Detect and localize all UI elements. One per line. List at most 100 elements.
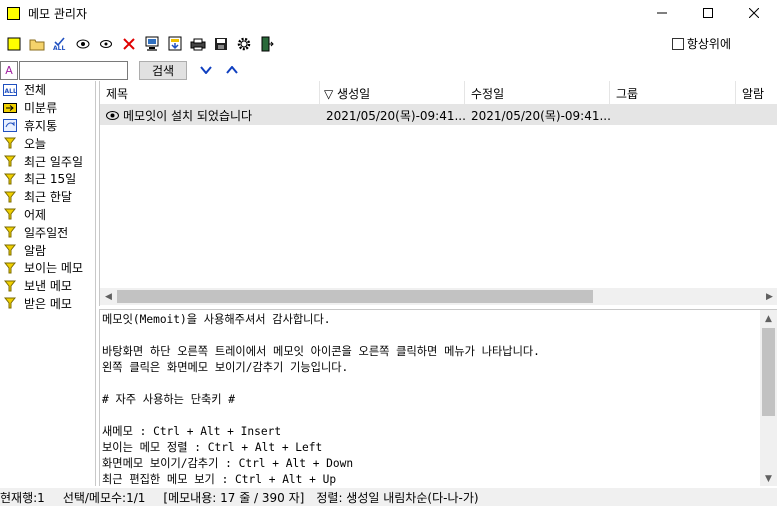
- status-current-row: 현재행:1: [0, 490, 45, 505]
- scroll-up-icon[interactable]: ▲: [760, 310, 777, 327]
- scroll-down-icon[interactable]: ▼: [760, 470, 777, 486]
- svg-text:ALL: ALL: [5, 88, 17, 95]
- search-button[interactable]: 검색: [139, 61, 187, 80]
- open-folder-icon: [29, 39, 44, 51]
- column-modified[interactable]: 수정일: [465, 81, 610, 105]
- column-alarm[interactable]: 알람: [736, 81, 777, 105]
- show-alt-button[interactable]: [94, 33, 117, 55]
- sidebar-item-alarm[interactable]: 알람: [0, 241, 95, 259]
- filter-icon: [3, 225, 17, 239]
- chevron-down-icon: [200, 66, 212, 74]
- always-on-top-toggle[interactable]: 항상위에: [671, 35, 731, 52]
- row-created: 2021/05/20(목)-09:41...: [326, 108, 465, 123]
- search-bar: A 검색: [0, 60, 777, 81]
- column-created[interactable]: ▽ 생성일: [320, 81, 465, 105]
- table-row[interactable]: 메모잇이 설치 되었습니다 2021/05/20(목)-09:41... 202…: [100, 105, 777, 125]
- sidebar-item-week-ago[interactable]: 일주일전: [0, 223, 95, 241]
- search-prev-button[interactable]: [222, 60, 242, 80]
- column-title[interactable]: 제목: [100, 81, 320, 105]
- font-button[interactable]: A: [0, 61, 18, 80]
- memo-content-pane[interactable]: 메모잇(Memoit)을 사용해주셔서 감사합니다. 바탕화면 하단 오른쪽 트…: [99, 309, 777, 486]
- filter-icon: [3, 279, 17, 293]
- row-title-cell: 메모잇이 설치 되었습니다: [100, 105, 320, 125]
- export-button[interactable]: [140, 33, 163, 55]
- sidebar-item-label: 최근 한달: [24, 190, 72, 205]
- sidebar-item-all[interactable]: ALL 전체: [0, 81, 95, 99]
- search-next-button[interactable]: [196, 60, 216, 80]
- trash-icon: [3, 118, 17, 132]
- sidebar-item-received-memos[interactable]: 받은 메모: [0, 295, 95, 313]
- sidebar-item-trash[interactable]: 휴지통: [0, 117, 95, 135]
- sidebar-item-visible-memos[interactable]: 보이는 메모: [0, 259, 95, 277]
- status-sort: 정렬: 생성일 내림차순(다-나-가): [316, 490, 479, 505]
- check-all-button[interactable]: ALL: [48, 33, 71, 55]
- maximize-icon: [703, 8, 713, 18]
- toolbar: ALL 항상위에: [0, 31, 777, 57]
- all-icon: ALL: [3, 83, 17, 97]
- scroll-left-icon[interactable]: ◀: [100, 288, 117, 305]
- app-icon: [7, 6, 20, 20]
- show-memo-button[interactable]: [71, 33, 94, 55]
- always-on-top-checkbox[interactable]: [671, 37, 684, 50]
- sidebar-item-label: 알람: [24, 243, 47, 258]
- sidebar-item-label: 보이는 메모: [24, 261, 84, 276]
- title-bar: 메모 관리자: [0, 0, 777, 26]
- group-sidebar: ALL 전체 미분류 휴지통 오늘 최근 일주일 최근 15일 최근 한달 어제…: [0, 81, 96, 486]
- sidebar-item-last-week[interactable]: 최근 일주일: [0, 152, 95, 170]
- row-modified: 2021/05/20(목)-09:41...: [471, 108, 610, 123]
- status-selection: 선택/메모수:1/1: [62, 490, 146, 505]
- minimize-button[interactable]: [639, 0, 685, 26]
- filter-icon: [3, 207, 17, 221]
- vertical-scroll-thumb[interactable]: [762, 328, 775, 416]
- sidebar-item-uncategorized[interactable]: 미분류: [0, 99, 95, 117]
- save-icon: [214, 38, 227, 50]
- sidebar-item-sent-memos[interactable]: 보낸 메모: [0, 277, 95, 295]
- open-folder-button[interactable]: [25, 33, 48, 55]
- sidebar-item-label: 보낸 메모: [24, 279, 72, 294]
- filter-icon: [3, 243, 17, 257]
- sidebar-item-last-15-days[interactable]: 최근 15일: [0, 170, 95, 188]
- column-group[interactable]: 그룹: [610, 81, 736, 105]
- sidebar-item-label: 전체: [24, 83, 47, 98]
- sidebar-item-yesterday[interactable]: 어제: [0, 206, 95, 224]
- print-icon: [190, 38, 205, 51]
- filter-icon: [3, 172, 17, 186]
- show-alt-icon: [99, 40, 112, 48]
- print-button[interactable]: [186, 33, 209, 55]
- check-all-icon: ALL: [53, 37, 65, 51]
- sidebar-item-label: 오늘: [24, 136, 47, 151]
- search-input[interactable]: [19, 61, 128, 80]
- filter-icon: [3, 136, 17, 150]
- exit-button[interactable]: [255, 33, 278, 55]
- show-icon: [76, 39, 89, 49]
- delete-icon: [122, 38, 135, 50]
- import-button[interactable]: [163, 33, 186, 55]
- row-title: 메모잇이 설치 되었습니다: [123, 108, 253, 123]
- horizontal-scrollbar[interactable]: ◀ ▶: [100, 288, 777, 305]
- vertical-scrollbar[interactable]: ▲ ▼: [760, 310, 777, 486]
- export-icon: [145, 36, 158, 51]
- save-button[interactable]: [209, 33, 232, 55]
- settings-button[interactable]: [232, 33, 255, 55]
- sidebar-item-label: 최근 15일: [24, 172, 77, 187]
- sidebar-item-label: 어제: [24, 207, 47, 222]
- filter-icon: [3, 154, 17, 168]
- scroll-right-icon[interactable]: ▶: [761, 288, 777, 305]
- row-group: [610, 105, 736, 125]
- new-memo-icon: [7, 37, 20, 51]
- svg-text:ALL: ALL: [53, 45, 65, 51]
- close-button[interactable]: [731, 0, 777, 26]
- visible-eye-icon: [106, 110, 119, 120]
- new-memo-button[interactable]: [2, 33, 25, 55]
- status-bar: 현재행:1 선택/메모수:1/1 [메모내용: 17 줄 / 390 자] 정렬…: [0, 488, 777, 506]
- sidebar-item-last-month[interactable]: 최근 한달: [0, 188, 95, 206]
- memo-content-text[interactable]: 메모잇(Memoit)을 사용해주셔서 감사합니다. 바탕화면 하단 오른쪽 트…: [102, 312, 758, 486]
- sidebar-item-today[interactable]: 오늘: [0, 134, 95, 152]
- window-controls: [639, 0, 777, 26]
- maximize-button[interactable]: [685, 0, 731, 26]
- delete-button[interactable]: [117, 33, 140, 55]
- filter-icon: [3, 190, 17, 204]
- horizontal-scroll-thumb[interactable]: [117, 290, 593, 303]
- sidebar-item-label: 받은 메모: [24, 296, 72, 311]
- sidebar-item-label: 일주일전: [24, 225, 69, 240]
